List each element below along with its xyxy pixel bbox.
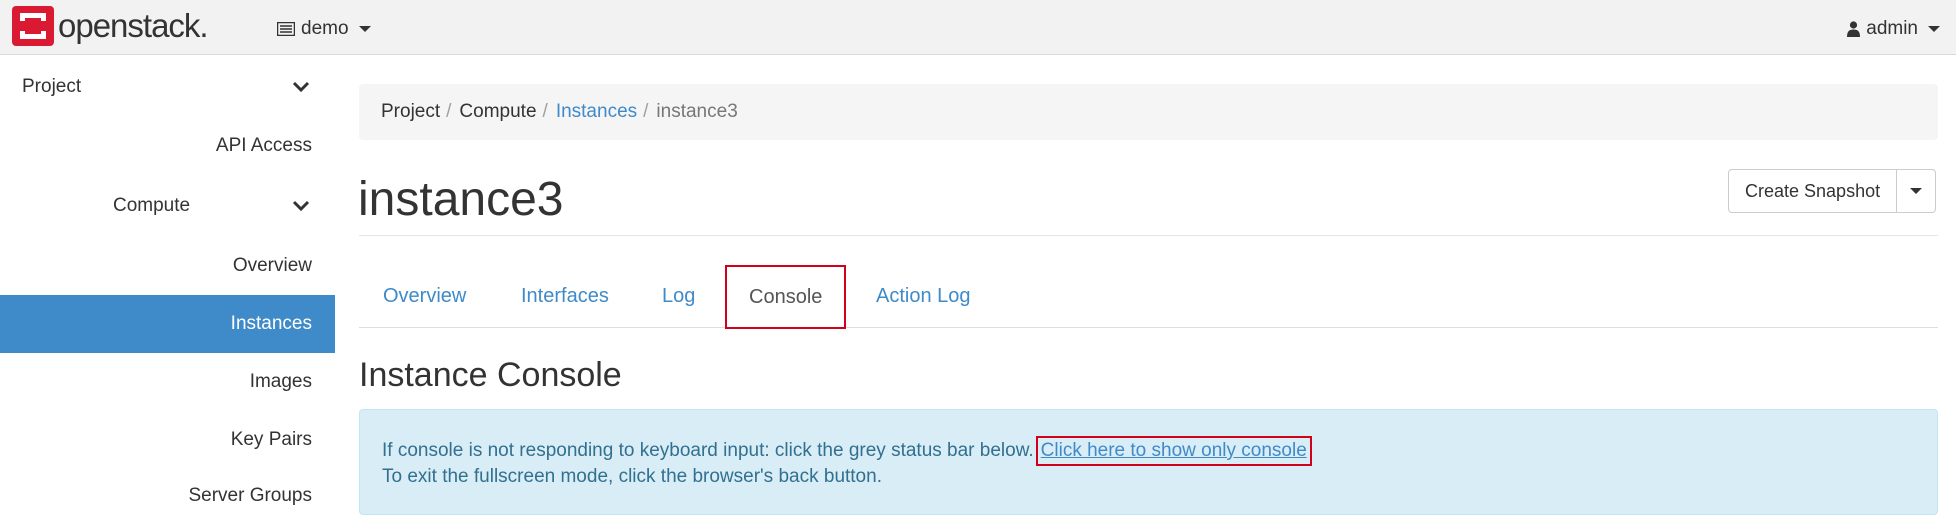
console-keyboard-hint: If console is not responding to keyboard… — [382, 440, 1034, 461]
breadcrumb-compute: Compute — [459, 101, 537, 122]
tab-overview[interactable]: Overview — [383, 265, 466, 328]
sidebar-item-server-groups[interactable]: Server Groups — [0, 468, 335, 515]
breadcrumb-current: instance3 — [656, 101, 738, 122]
user-icon — [1847, 21, 1861, 37]
console-info-alert: If console is not responding to keyboard… — [359, 409, 1938, 515]
chevron-down-icon — [292, 200, 310, 212]
sidebar-item-label: API Access — [215, 135, 312, 156]
console-heading: Instance Console — [359, 356, 622, 394]
brand-name: openstack. — [58, 7, 209, 44]
sidebar-item-label: Overview — [232, 255, 312, 276]
sidebar-item-api-access[interactable]: API Access — [0, 118, 335, 174]
brand-logo[interactable]: openstack. — [12, 6, 209, 46]
top-navbar: openstack. demo admin — [0, 0, 1956, 55]
project-selector-label: demo — [301, 18, 349, 39]
breadcrumb-instances-link[interactable]: Instances — [556, 101, 637, 123]
sidebar-item-label: Images — [249, 371, 312, 392]
sidebar-item-compute[interactable]: Compute — [0, 178, 335, 234]
create-snapshot-button[interactable]: Create Snapshot — [1728, 169, 1898, 213]
user-menu-dropdown[interactable]: admin — [1847, 18, 1940, 40]
breadcrumb-separator: / — [643, 101, 649, 122]
breadcrumb-separator: / — [446, 101, 452, 122]
chevron-down-icon — [292, 81, 310, 93]
openstack-logo-icon — [12, 6, 54, 46]
fullscreen-exit-hint: To exit the fullscreen mode, click the b… — [382, 466, 882, 487]
page-title: instance3 — [358, 173, 564, 226]
show-only-console-link[interactable]: Click here to show only console — [1035, 436, 1312, 466]
project-selector-dropdown[interactable]: demo — [277, 18, 371, 40]
breadcrumb: Project / Compute / Instances / instance… — [359, 84, 1938, 140]
tab-console[interactable]: Console — [725, 265, 847, 329]
sidebar-item-label: Project — [22, 76, 82, 97]
sidebar-item-label: Compute — [113, 195, 191, 216]
tab-interfaces[interactable]: Interfaces — [521, 265, 609, 328]
sidebar-item-label: Key Pairs — [230, 429, 312, 450]
user-menu-label: admin — [1866, 18, 1918, 39]
sidebar-item-project[interactable]: Project — [0, 59, 335, 115]
caret-down-icon — [1928, 26, 1940, 32]
alert-line-1: If console is not responding to keyboard… — [382, 436, 1312, 466]
tab-action-log[interactable]: Action Log — [876, 265, 971, 328]
sidebar-item-instances[interactable]: Instances — [0, 295, 335, 353]
breadcrumb-separator: / — [542, 101, 548, 122]
sidebar-item-label: Instances — [230, 313, 312, 334]
tab-log[interactable]: Log — [662, 265, 695, 328]
sidebar-item-overview[interactable]: Overview — [0, 238, 335, 294]
instance-actions-button-group: Create Snapshot — [1728, 169, 1937, 213]
caret-down-icon — [1910, 188, 1923, 194]
divider — [359, 235, 1938, 236]
instance-detail-tabs: Overview Interfaces Log Console Action L… — [359, 265, 1938, 329]
breadcrumb-project: Project — [381, 101, 441, 122]
more-actions-dropdown-button[interactable] — [1897, 169, 1937, 213]
caret-down-icon — [358, 26, 371, 32]
sidebar-item-label: Server Groups — [188, 485, 312, 506]
sidebar-item-images[interactable]: Images — [0, 354, 335, 410]
sidebar: Project API Access Compute Overview Inst… — [0, 56, 335, 515]
project-list-icon — [277, 22, 295, 36]
sidebar-item-key-pairs[interactable]: Key Pairs — [0, 412, 335, 468]
